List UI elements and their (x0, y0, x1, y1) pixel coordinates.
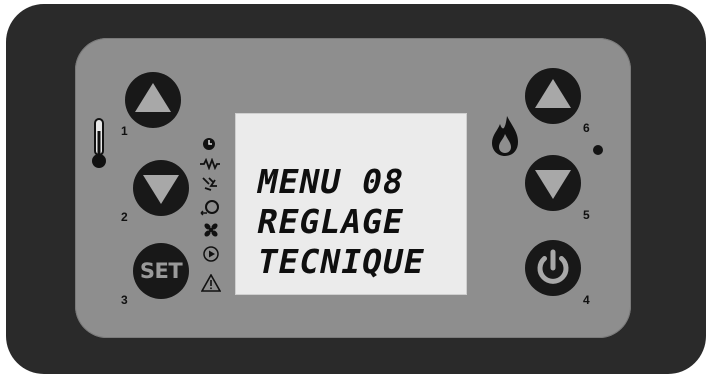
clock-icon (203, 138, 215, 150)
pump-icon (200, 200, 219, 216)
warning-icon (201, 274, 221, 292)
button-number-4: 4 (583, 293, 590, 307)
set-button-label: SET (139, 259, 183, 283)
flame-icon (492, 116, 518, 156)
play-icon (203, 246, 219, 262)
resistor-icon (200, 158, 220, 170)
triangle-down-icon (143, 175, 179, 204)
button-number-6: 6 (583, 121, 590, 135)
triangle-down-icon (535, 170, 571, 199)
lcd-line-1: MENU 08 (254, 162, 408, 201)
status-led (593, 145, 603, 155)
lcd-line-2: REGLAGE (254, 202, 408, 241)
set-button[interactable]: SET (133, 243, 189, 299)
triangle-up-icon (535, 79, 571, 108)
button-number-1: 1 (121, 124, 128, 138)
triangle-up-icon (135, 83, 171, 112)
power-button[interactable] (525, 240, 581, 296)
thermometer-icon (92, 118, 106, 168)
lcd-display: MENU 08 REGLAGE TECNIQUE (235, 113, 467, 295)
fan-icon (204, 223, 218, 237)
button-number-2: 2 (121, 210, 128, 224)
power-up-button[interactable] (525, 68, 581, 124)
temperature-up-button[interactable] (125, 72, 181, 128)
button-number-3: 3 (121, 293, 128, 307)
power-down-button[interactable] (525, 155, 581, 211)
lcd-line-3: TECNIQUE (254, 242, 429, 281)
temperature-down-button[interactable] (133, 160, 189, 216)
button-number-5: 5 (583, 208, 590, 222)
power-icon (537, 249, 569, 284)
igniter-icon (202, 177, 217, 191)
